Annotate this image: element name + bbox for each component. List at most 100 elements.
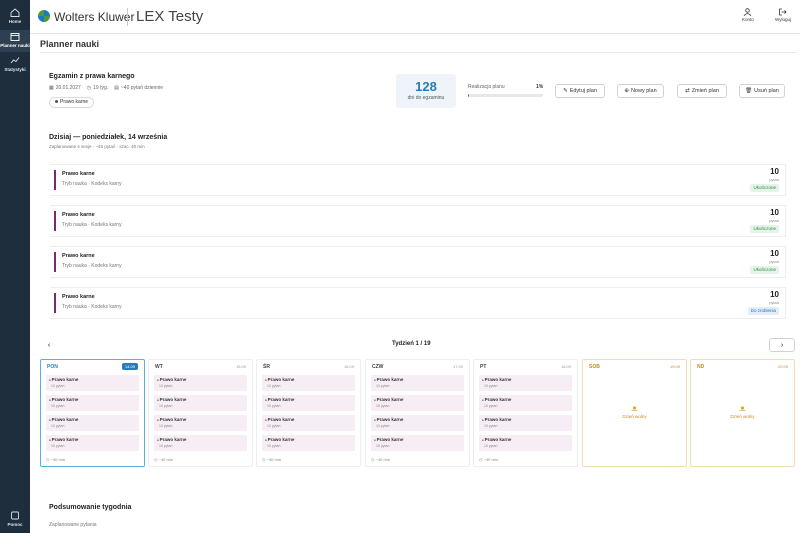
brand-name: Wolters Kluwer — [54, 10, 135, 24]
top-header: Wolters Kluwer LEX Testy Konto Wyloguj — [30, 0, 800, 34]
day-date: 19.09 — [669, 364, 680, 369]
day-session[interactable]: Prawo karne10 pytań — [46, 415, 139, 431]
logout-icon — [779, 8, 788, 16]
day-column[interactable]: ND 20.09 Dzień wolny — [690, 359, 795, 467]
sun-icon — [631, 406, 638, 411]
day-session[interactable]: Prawo karne10 pytań — [262, 415, 355, 431]
day-date: 20.09 — [777, 364, 788, 369]
day-session[interactable]: Prawo karne10 pytań — [262, 395, 355, 411]
new-plan-button[interactable]: ⊕ Nowy plan — [617, 84, 664, 98]
day-column[interactable]: ŚR 16.09 Prawo karne10 pytań Prawo karne10 … — [256, 359, 361, 467]
sidebar-item-stats[interactable]: Statystyki — [0, 56, 30, 72]
day-name: ND — [697, 364, 705, 370]
exam-date: ▦ 20.01.2027 — [49, 85, 81, 91]
day-time: ~40 min — [262, 457, 281, 462]
day-date: 16.09 — [343, 364, 354, 369]
today-session-row[interactable]: Prawo karne Tryb nauka · Kodeks karny 10… — [50, 205, 786, 237]
chart-line-icon — [10, 57, 20, 64]
free-day: Dzień wolny — [691, 405, 794, 419]
today-title: Dzisiaj — poniedziałek, 14 września — [49, 134, 168, 141]
day-session[interactable]: Prawo karne10 pytań — [371, 395, 464, 411]
day-name: SOB — [589, 364, 600, 370]
main-content: Planner nauki Egzamin z prawa karnego ▦ 2… — [30, 34, 800, 533]
sidebar-item-planner[interactable]: Planner nauki — [0, 30, 30, 52]
sidebar-item-help[interactable]: Pomoc — [0, 511, 30, 527]
brand-logo-icon — [38, 10, 50, 22]
today-subtitle: Zaplanowane 4 sesje · ~40 pytań · szac. … — [49, 144, 145, 149]
page-title: Planner nauki — [40, 39, 100, 49]
header-divider — [127, 8, 128, 26]
sidebar-item-label: Pomoc — [7, 522, 23, 527]
progress-percent: 1% — [536, 84, 544, 90]
free-day: Dzień wolny — [583, 405, 686, 419]
clock-icon: ◷ — [86, 85, 92, 91]
day-session[interactable]: Prawo karne10 pytań — [46, 395, 139, 411]
status-badge: Do zrobienia — [747, 307, 779, 315]
trash-icon: 🗑 — [745, 88, 753, 94]
summary-subtitle: Zaplanowane pytania — [49, 522, 97, 528]
title-divider — [40, 52, 796, 53]
summary-title: Podsumowanie tygodnia — [49, 504, 132, 511]
plus-circle-icon: ⊕ — [624, 88, 629, 94]
sidebar: Home Planner nauki Statystyki Pomoc — [0, 0, 30, 533]
next-week-button[interactable]: › — [769, 338, 795, 352]
day-date: 17.09 — [452, 364, 463, 369]
day-time: ~40 min — [154, 457, 173, 462]
day-name: WT — [155, 364, 163, 370]
day-session[interactable]: Prawo karne10 pytań — [479, 435, 572, 451]
day-column[interactable]: PT 18.09 Prawo karne10 pytań Prawo karne10 … — [473, 359, 578, 467]
sidebar-item-home[interactable]: Home — [0, 8, 30, 24]
day-column[interactable]: SOB 19.09 Dzień wolny — [582, 359, 687, 467]
day-session[interactable]: Prawo karne10 pytań — [479, 415, 572, 431]
day-session[interactable]: Prawo karne10 pytań — [262, 375, 355, 391]
today-session-row[interactable]: Prawo karne Tryb nauka · Kodeks karny 10… — [50, 287, 786, 319]
sidebar-item-label: Planner nauki — [0, 43, 30, 48]
day-column[interactable]: CZW 17.09 Prawo karne10 pytań Prawo karne10… — [365, 359, 470, 467]
prev-week-button[interactable]: ‹ — [40, 338, 58, 352]
exam-title: Egzamin z prawa karnego — [49, 73, 135, 80]
edit-plan-button[interactable]: ✎ Edytuj plan — [555, 84, 605, 98]
sidebar-item-label: Statystyki — [4, 67, 26, 72]
sun-icon — [739, 406, 746, 411]
day-time: ~40 min — [46, 457, 65, 462]
day-session[interactable]: Prawo karne10 pytań — [479, 375, 572, 391]
day-session[interactable]: Prawo karne10 pytań — [479, 395, 572, 411]
today-session-row[interactable]: Prawo karne Tryb nauka · Kodeks karny 10… — [50, 164, 786, 196]
day-name: PON — [47, 364, 58, 370]
days-counter: 128 dni do egzaminu — [396, 74, 456, 108]
exam-meta: ▦ 20.01.2027 ◷ 19 tyg. ▤ ~40 pytań dziennie — [49, 85, 163, 91]
change-plan-button[interactable]: ⇄ Zmień plan — [677, 84, 727, 98]
delete-plan-button[interactable]: 🗑 Usuń plan — [739, 84, 785, 98]
today-session-row[interactable]: Prawo karne Tryb nauka · Kodeks karny 10… — [50, 246, 786, 278]
day-session[interactable]: Prawo karne10 pytań — [154, 375, 247, 391]
day-session[interactable]: Prawo karne10 pytań — [154, 395, 247, 411]
day-date: 15.09 — [235, 364, 246, 369]
days-left-value: 128 — [415, 79, 437, 94]
document-icon: ▤ — [114, 85, 119, 91]
chevron-left-icon: ‹ — [47, 341, 51, 349]
progress-label: Realizacja planu — [468, 84, 505, 90]
calendar-icon — [10, 33, 20, 41]
status-badge: Ukończone — [750, 184, 779, 192]
day-session[interactable]: Prawo karne10 pytań — [371, 415, 464, 431]
day-session[interactable]: Prawo karne10 pytań — [46, 375, 139, 391]
day-column[interactable]: WT 15.09 Prawo karne10 pytań Prawo karne10 … — [148, 359, 253, 467]
day-session[interactable]: Prawo karne10 pytań — [371, 435, 464, 451]
day-session[interactable]: Prawo karne10 pytań — [371, 375, 464, 391]
progress-bar — [468, 94, 543, 97]
status-badge: Ukończone — [750, 225, 779, 233]
day-column[interactable]: PON 14.09 Prawo karne10 pytań Prawo karne10… — [40, 359, 145, 467]
progress-fill — [468, 94, 469, 97]
day-name: ŚR — [263, 364, 270, 370]
day-session[interactable]: Prawo karne10 pytań — [46, 435, 139, 451]
account-button[interactable]: Konto — [742, 8, 754, 22]
day-session[interactable]: Prawo karne10 pytań — [262, 435, 355, 451]
exam-weeks: ◷ 19 tyg. — [86, 85, 109, 91]
day-session[interactable]: Prawo karne10 pytań — [154, 415, 247, 431]
exam-per-day: ▤ ~40 pytań dziennie — [114, 85, 164, 91]
user-icon — [744, 8, 752, 16]
swap-icon: ⇄ — [685, 88, 690, 94]
week-label: Tydzień 1 / 19 — [392, 341, 431, 347]
logout-button[interactable]: Wyloguj — [775, 8, 791, 22]
day-session[interactable]: Prawo karne10 pytań — [154, 435, 247, 451]
